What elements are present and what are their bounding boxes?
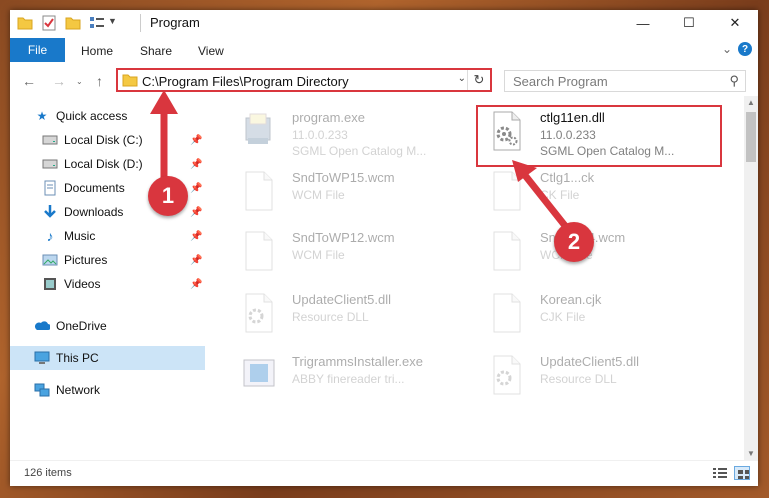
step-badge-1: 1 (148, 176, 188, 216)
step-badge-2: 2 (554, 222, 594, 262)
annotation-arrows (150, 90, 573, 235)
arrow-to-target-file (512, 160, 573, 235)
arrow-to-address-bar (150, 90, 178, 178)
explorer-window: ▼ Program — ☐ ✕ File Home Share View ⌄ ?… (10, 10, 758, 486)
